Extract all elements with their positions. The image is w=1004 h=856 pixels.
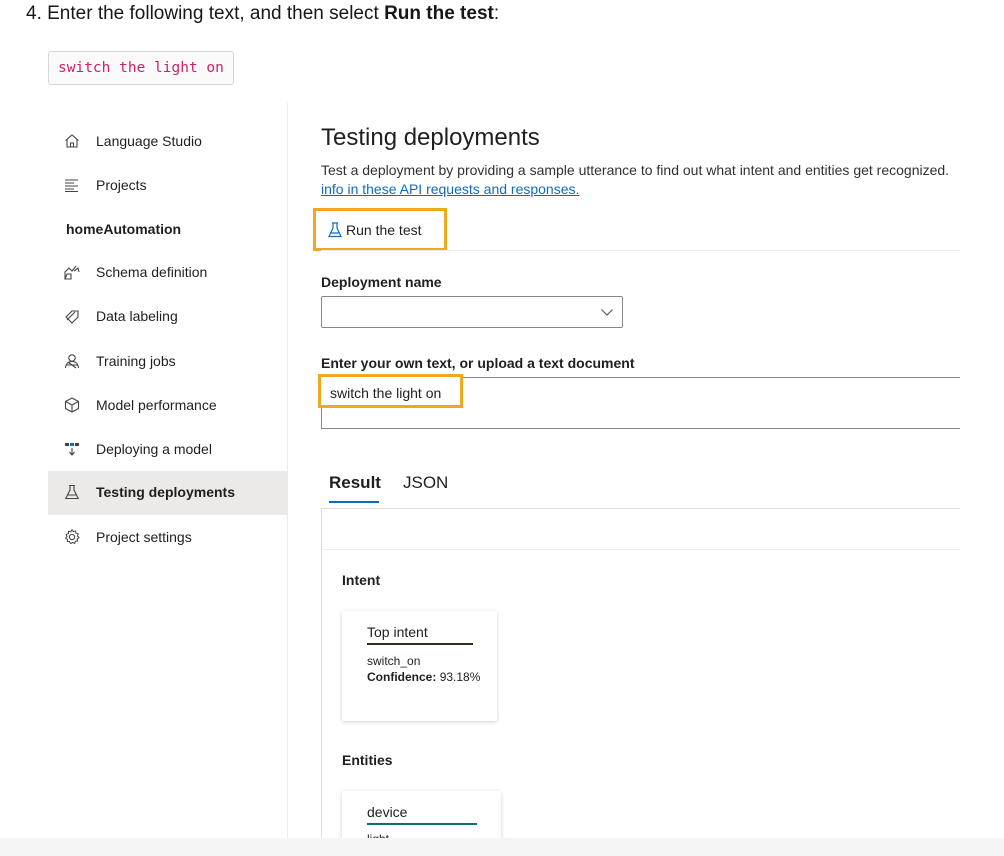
- tag-icon: [65, 310, 79, 324]
- confidence-value: 93.18%: [439, 670, 481, 684]
- run-the-test-button[interactable]: Run the test: [313, 208, 447, 251]
- page-description: Test a deployment by providing a sample …: [321, 162, 950, 178]
- sidebar-item-testing-deployments[interactable]: Testing deployments: [48, 471, 288, 515]
- sidebar-item-label: Deploying a model: [96, 441, 212, 457]
- intent-section-title: Intent: [342, 572, 381, 588]
- intent-card: Top intent switch_on Confidence: 93.18%: [342, 611, 497, 721]
- page-title: Testing deployments: [321, 124, 540, 151]
- run-the-test-label: Run the test: [346, 222, 422, 238]
- sidebar-item-label: Model performance: [96, 397, 217, 413]
- sidebar-item-projects[interactable]: Projects: [48, 164, 288, 208]
- gear-icon: [64, 528, 80, 545]
- deployment-name-label: Deployment name: [321, 274, 442, 290]
- toolbar-divider: [321, 250, 960, 251]
- sidebar-item-label: Data labeling: [96, 308, 178, 324]
- sidebar-item-label: Projects: [96, 177, 147, 193]
- page-bottom-bar: [0, 838, 1004, 856]
- entity-card-title: device: [367, 804, 408, 820]
- instruction-prefix: 4. Enter the following text, and then se…: [26, 3, 385, 24]
- cube-icon: [64, 397, 80, 413]
- intent-card-title: Top intent: [367, 624, 428, 640]
- beaker-icon: [328, 222, 342, 238]
- active-tab-indicator: [329, 501, 379, 503]
- intent-confidence: Confidence: 93.18%: [367, 670, 480, 684]
- confidence-label: Confidence:: [367, 670, 437, 684]
- main-content: Testing deployments Test a deployment by…: [313, 103, 960, 838]
- sidebar: Language Studio Projects homeAutomation …: [48, 103, 288, 838]
- home-icon: [65, 134, 79, 148]
- deploy-icon: [65, 443, 79, 456]
- instruction-step: 4. Enter the following text, and then se…: [26, 3, 499, 25]
- code-snippet: switch the light on: [48, 51, 234, 85]
- intent-name: switch_on: [367, 654, 421, 668]
- schema-icon: [64, 265, 80, 280]
- sidebar-item-language-studio[interactable]: Language Studio: [48, 120, 288, 164]
- utterance-textarea[interactable]: switch the light on: [318, 374, 960, 429]
- tab-json[interactable]: JSON: [403, 473, 448, 493]
- sidebar-item-data-labeling[interactable]: Data labeling: [48, 295, 288, 339]
- result-panel: Intent Top intent switch_on Confidence: …: [321, 508, 960, 838]
- language-studio-screenshot: Language Studio Projects homeAutomation …: [48, 103, 960, 838]
- project-name: homeAutomation: [66, 221, 182, 237]
- sidebar-item-label: Training jobs: [96, 353, 176, 369]
- beaker-icon: [64, 484, 80, 500]
- list-icon: [65, 179, 78, 193]
- result-header: [322, 509, 960, 550]
- api-info-link[interactable]: info in these API requests and responses…: [321, 181, 579, 197]
- sidebar-item-deploying-a-model[interactable]: Deploying a model: [48, 428, 288, 472]
- entity-card: device light: [342, 791, 501, 838]
- sidebar-item-model-performance[interactable]: Model performance: [48, 384, 288, 428]
- training-icon: [64, 354, 80, 369]
- utterance-value: switch the light on: [330, 385, 442, 401]
- code-snippet-text: switch the light on: [58, 60, 224, 76]
- instruction-suffix: :: [493, 3, 500, 24]
- intent-card-underline: [367, 643, 473, 645]
- tab-result[interactable]: Result: [329, 473, 381, 493]
- sidebar-item-project-settings[interactable]: Project settings: [48, 516, 288, 560]
- entity-card-underline: [367, 823, 477, 825]
- text-input-label: Enter your own text, or upload a text do…: [321, 355, 635, 371]
- deployment-name-dropdown[interactable]: [321, 296, 623, 328]
- sidebar-item-schema-definition[interactable]: Schema definition: [48, 251, 288, 295]
- sidebar-item-training-jobs[interactable]: Training jobs: [48, 340, 288, 384]
- sidebar-item-label: Schema definition: [96, 264, 208, 280]
- sidebar-item-label: Project settings: [96, 529, 192, 545]
- instruction-bold: Run the test: [384, 3, 494, 24]
- sidebar-item-label: Testing deployments: [96, 484, 235, 500]
- entities-section-title: Entities: [342, 752, 393, 768]
- chevron-down-icon: [601, 309, 613, 316]
- sidebar-item-label: Language Studio: [96, 133, 202, 149]
